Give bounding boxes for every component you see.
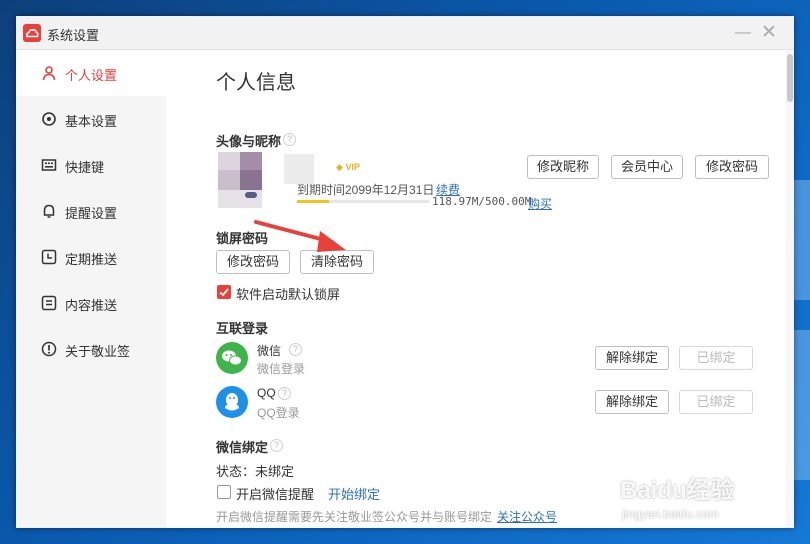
sidebar-item-label: 提醒设置 [65, 206, 118, 221]
change-nickname-button[interactable]: 修改昵称 [527, 155, 599, 179]
storage-text: 118.97M/500.00M [432, 195, 532, 208]
change-password-button[interactable]: 修改密码 [695, 155, 769, 179]
nickname-blurred [284, 154, 314, 184]
wechat-name: 微信 [257, 344, 282, 358]
sidebar-item-personal[interactable]: 个人设置 [16, 50, 166, 96]
avatar[interactable] [218, 148, 270, 208]
wechat-bind-hint: 开启微信提醒需要先关注敬业签公众号并与账号绑定 [216, 510, 493, 524]
qq-name: QQ [257, 386, 276, 400]
gear-icon [42, 112, 56, 126]
window-title: 系统设置 [47, 28, 100, 43]
scrollbar[interactable] [786, 50, 794, 528]
help-icon[interactable]: ? [270, 439, 283, 452]
wechat-remind-checkbox[interactable] [217, 485, 231, 499]
qq-sub: QQ登录 [257, 406, 300, 420]
qq-icon [216, 386, 248, 418]
vip-badge: ◆ VIP [336, 162, 360, 173]
next-section-title-cut [216, 524, 276, 528]
wechat-bind-status: 状态：未绑定 [216, 464, 295, 479]
sidebar: 个人设置 基本设置 快捷键 提醒设置 定期推送 内容推送 关于敬业签 [16, 50, 166, 528]
vip-label: VIP [345, 162, 360, 172]
scrollbar-thumb[interactable] [787, 54, 793, 102]
default-lock-checkbox[interactable] [217, 285, 231, 299]
expire-text: 到期时间2099年12月31日 [297, 183, 435, 197]
bell-icon [43, 204, 55, 218]
annotation-arrow [254, 220, 346, 252]
section-title-social: 互联登录 [216, 321, 269, 336]
settings-window: 系统设置 — ✕ 个人设置 基本设置 快捷键 提醒设置 定期推送 内容推送 关于… [16, 16, 794, 528]
sidebar-item-shortcuts[interactable]: 快捷键 [16, 142, 166, 188]
default-lock-label: 软件启动默认锁屏 [236, 287, 341, 302]
watermark-logo: Baidu经验 [620, 477, 735, 504]
buy-link[interactable]: 购买 [528, 195, 552, 212]
sidebar-item-label: 内容推送 [65, 298, 118, 313]
document-icon [41, 295, 57, 311]
qq-status-button: 已绑定 [679, 390, 753, 414]
sidebar-item-scheduled-push[interactable]: 定期推送 [16, 234, 166, 280]
wechat-status-button: 已绑定 [679, 346, 753, 370]
watermark: Baidu经验 [620, 470, 735, 505]
sidebar-item-label: 个人设置 [65, 68, 118, 83]
storage-bar [297, 200, 429, 203]
sidebar-item-reminders[interactable]: 提醒设置 [16, 188, 166, 234]
settings-content: 个人信息 头像与昵称 ? ◆ VIP 到期时间2099年12月31日 续费 11… [166, 50, 794, 528]
keyboard-icon [41, 159, 57, 171]
wechat-remind-label: 开启微信提醒 [236, 487, 315, 502]
minimize-button[interactable]: — [734, 24, 752, 42]
section-title-wechat-bind: 微信绑定 [216, 440, 269, 455]
wechat-sub: 微信登录 [257, 362, 306, 376]
diamond-icon: ◆ [336, 162, 343, 172]
sidebar-item-basic[interactable]: 基本设置 [16, 96, 166, 142]
sidebar-item-label: 关于敬业签 [65, 344, 131, 359]
help-icon[interactable]: ? [289, 343, 302, 356]
clock-icon [41, 249, 57, 265]
app-logo-icon [23, 24, 41, 42]
wechat-unbind-button[interactable]: 解除绑定 [595, 346, 669, 370]
page-title: 个人信息 [216, 72, 296, 94]
sidebar-item-label: 基本设置 [65, 114, 118, 129]
follow-account-link[interactable]: 关注公众号 [497, 508, 557, 525]
sidebar-item-about[interactable]: 关于敬业签 [16, 326, 166, 372]
info-icon [41, 341, 57, 357]
wechat-icon [216, 342, 248, 374]
qq-unbind-button[interactable]: 解除绑定 [595, 390, 669, 414]
watermark-url: jingyan.baidu.com [622, 507, 719, 521]
member-center-button[interactable]: 会员中心 [611, 155, 683, 179]
sidebar-item-label: 快捷键 [65, 160, 105, 175]
storage-bar-fill [297, 200, 329, 203]
help-icon[interactable]: ? [283, 133, 296, 146]
close-button[interactable]: ✕ [760, 23, 778, 42]
title-bar: 系统设置 — ✕ [16, 16, 794, 50]
user-icon [42, 66, 56, 81]
sidebar-item-label: 定期推送 [65, 252, 118, 267]
help-icon[interactable]: ? [278, 387, 291, 400]
sidebar-item-content-push[interactable]: 内容推送 [16, 280, 166, 326]
start-bind-link[interactable]: 开始绑定 [328, 484, 380, 503]
